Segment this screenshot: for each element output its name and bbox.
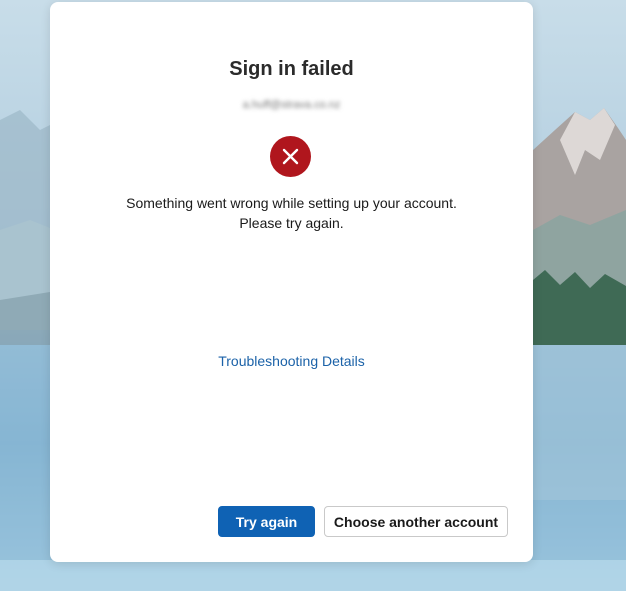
dialog-title: Sign in failed bbox=[229, 58, 354, 80]
sign-in-failed-dialog: Sign in failed a.huff@strava.co.nz Somet… bbox=[50, 2, 533, 562]
error-x-icon bbox=[270, 136, 311, 177]
troubleshooting-details-link[interactable]: Troubleshooting Details bbox=[50, 353, 533, 369]
account-email: a.huff@strava.co.nz bbox=[242, 99, 341, 111]
try-again-button[interactable]: Try again bbox=[218, 506, 315, 537]
choose-another-account-button[interactable]: Choose another account bbox=[324, 506, 508, 537]
error-message: Something went wrong while setting up yo… bbox=[126, 195, 457, 231]
